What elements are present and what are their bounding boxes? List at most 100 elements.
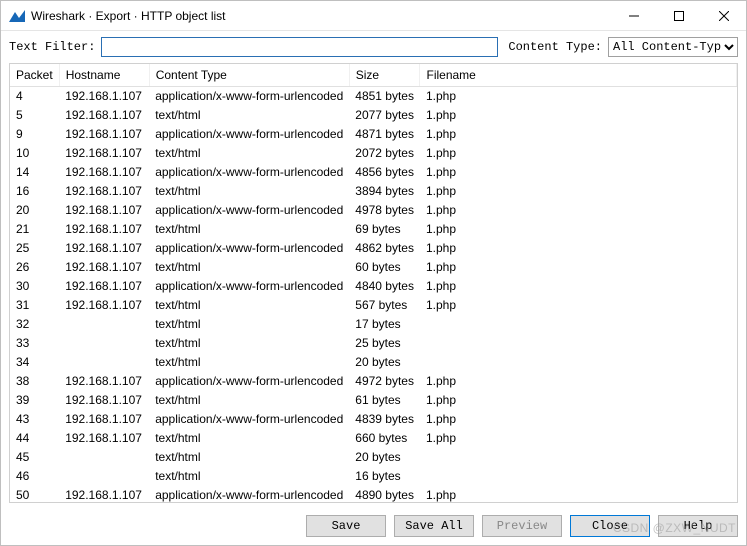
table-row[interactable]: 43192.168.1.107application/x-www-form-ur… bbox=[10, 410, 737, 429]
object-list[interactable]: Packet Hostname Content Type Size Filena… bbox=[9, 63, 738, 503]
table-row[interactable]: 44192.168.1.107text/html660 bytes1.php bbox=[10, 429, 737, 448]
col-hostname-header[interactable]: Hostname bbox=[59, 64, 149, 87]
text-filter-input[interactable] bbox=[101, 37, 498, 57]
cell-size: 16 bytes bbox=[349, 467, 420, 486]
cell-filename bbox=[420, 353, 737, 372]
cell-size: 20 bytes bbox=[349, 448, 420, 467]
table-row[interactable]: 26192.168.1.107text/html60 bytes1.php bbox=[10, 258, 737, 277]
cell-content_type: application/x-www-form-urlencoded bbox=[149, 239, 349, 258]
col-filename-header[interactable]: Filename bbox=[420, 64, 737, 87]
table-row[interactable]: 10192.168.1.107text/html2072 bytes1.php bbox=[10, 144, 737, 163]
cell-packet: 21 bbox=[10, 220, 59, 239]
table-row[interactable]: 45text/html20 bytes bbox=[10, 448, 737, 467]
cell-packet: 5 bbox=[10, 106, 59, 125]
table-row[interactable]: 39192.168.1.107text/html61 bytes1.php bbox=[10, 391, 737, 410]
cell-content_type: text/html bbox=[149, 391, 349, 410]
cell-packet: 43 bbox=[10, 410, 59, 429]
maximize-button[interactable] bbox=[656, 1, 701, 30]
table-row[interactable]: 25192.168.1.107application/x-www-form-ur… bbox=[10, 239, 737, 258]
table-row[interactable]: 20192.168.1.107application/x-www-form-ur… bbox=[10, 201, 737, 220]
cell-packet: 50 bbox=[10, 486, 59, 503]
cell-hostname: 192.168.1.107 bbox=[59, 87, 149, 107]
cell-content_type: text/html bbox=[149, 448, 349, 467]
cell-hostname: 192.168.1.107 bbox=[59, 182, 149, 201]
table-row[interactable]: 30192.168.1.107application/x-www-form-ur… bbox=[10, 277, 737, 296]
text-filter-label: Text Filter: bbox=[9, 40, 95, 54]
cell-filename: 1.php bbox=[420, 125, 737, 144]
cell-hostname bbox=[59, 353, 149, 372]
table-row[interactable]: 5192.168.1.107text/html2077 bytes1.php bbox=[10, 106, 737, 125]
cell-size: 4871 bytes bbox=[349, 125, 420, 144]
preview-button[interactable]: Preview bbox=[482, 515, 562, 537]
cell-size: 69 bytes bbox=[349, 220, 420, 239]
cell-filename: 1.php bbox=[420, 277, 737, 296]
cell-filename bbox=[420, 448, 737, 467]
cell-content_type: application/x-www-form-urlencoded bbox=[149, 125, 349, 144]
cell-filename bbox=[420, 467, 737, 486]
cell-filename: 1.php bbox=[420, 372, 737, 391]
cell-packet: 16 bbox=[10, 182, 59, 201]
window-controls bbox=[611, 1, 746, 30]
cell-content_type: text/html bbox=[149, 315, 349, 334]
cell-filename: 1.php bbox=[420, 87, 737, 107]
table-row[interactable]: 46text/html16 bytes bbox=[10, 467, 737, 486]
cell-content_type: text/html bbox=[149, 182, 349, 201]
table-row[interactable]: 31192.168.1.107text/html567 bytes1.php bbox=[10, 296, 737, 315]
cell-hostname: 192.168.1.107 bbox=[59, 277, 149, 296]
cell-size: 4851 bytes bbox=[349, 87, 420, 107]
cell-content_type: text/html bbox=[149, 144, 349, 163]
cell-packet: 14 bbox=[10, 163, 59, 182]
cell-hostname: 192.168.1.107 bbox=[59, 391, 149, 410]
save-button[interactable]: Save bbox=[306, 515, 386, 537]
cell-filename: 1.php bbox=[420, 163, 737, 182]
cell-size: 25 bytes bbox=[349, 334, 420, 353]
close-button[interactable] bbox=[701, 1, 746, 30]
cell-hostname: 192.168.1.107 bbox=[59, 410, 149, 429]
cell-filename bbox=[420, 315, 737, 334]
cell-packet: 44 bbox=[10, 429, 59, 448]
cell-packet: 34 bbox=[10, 353, 59, 372]
cell-packet: 10 bbox=[10, 144, 59, 163]
cell-packet: 30 bbox=[10, 277, 59, 296]
close-dialog-button[interactable]: Close bbox=[570, 515, 650, 537]
cell-filename: 1.php bbox=[420, 258, 737, 277]
cell-hostname bbox=[59, 315, 149, 334]
cell-hostname: 192.168.1.107 bbox=[59, 144, 149, 163]
cell-content_type: text/html bbox=[149, 220, 349, 239]
col-ctype-header[interactable]: Content Type bbox=[149, 64, 349, 87]
cell-packet: 46 bbox=[10, 467, 59, 486]
table-row[interactable]: 9192.168.1.107application/x-www-form-url… bbox=[10, 125, 737, 144]
cell-packet: 31 bbox=[10, 296, 59, 315]
help-button[interactable]: Help bbox=[658, 515, 738, 537]
cell-filename: 1.php bbox=[420, 106, 737, 125]
table-header-row: Packet Hostname Content Type Size Filena… bbox=[10, 64, 737, 87]
cell-filename: 1.php bbox=[420, 410, 737, 429]
cell-size: 3894 bytes bbox=[349, 182, 420, 201]
cell-filename bbox=[420, 334, 737, 353]
cell-hostname bbox=[59, 448, 149, 467]
table-row[interactable]: 14192.168.1.107application/x-www-form-ur… bbox=[10, 163, 737, 182]
col-packet-header[interactable]: Packet bbox=[10, 64, 59, 87]
table-row[interactable]: 50192.168.1.107application/x-www-form-ur… bbox=[10, 486, 737, 503]
minimize-button[interactable] bbox=[611, 1, 656, 30]
cell-filename: 1.php bbox=[420, 429, 737, 448]
titlebar: Wireshark · Export · HTTP object list bbox=[1, 1, 746, 31]
cell-size: 60 bytes bbox=[349, 258, 420, 277]
table-row[interactable]: 32text/html17 bytes bbox=[10, 315, 737, 334]
table-row[interactable]: 16192.168.1.107text/html3894 bytes1.php bbox=[10, 182, 737, 201]
table-row[interactable]: 33text/html25 bytes bbox=[10, 334, 737, 353]
cell-packet: 32 bbox=[10, 315, 59, 334]
cell-hostname: 192.168.1.107 bbox=[59, 163, 149, 182]
table-row[interactable]: 4192.168.1.107application/x-www-form-url… bbox=[10, 87, 737, 107]
cell-packet: 4 bbox=[10, 87, 59, 107]
table-row[interactable]: 38192.168.1.107application/x-www-form-ur… bbox=[10, 372, 737, 391]
table-row[interactable]: 21192.168.1.107text/html69 bytes1.php bbox=[10, 220, 737, 239]
cell-filename: 1.php bbox=[420, 239, 737, 258]
content-type-select[interactable]: All Content-Types bbox=[608, 37, 738, 57]
col-size-header[interactable]: Size bbox=[349, 64, 420, 87]
cell-hostname: 192.168.1.107 bbox=[59, 201, 149, 220]
table-row[interactable]: 34text/html20 bytes bbox=[10, 353, 737, 372]
save-all-button[interactable]: Save All bbox=[394, 515, 474, 537]
cell-filename: 1.php bbox=[420, 144, 737, 163]
cell-packet: 39 bbox=[10, 391, 59, 410]
